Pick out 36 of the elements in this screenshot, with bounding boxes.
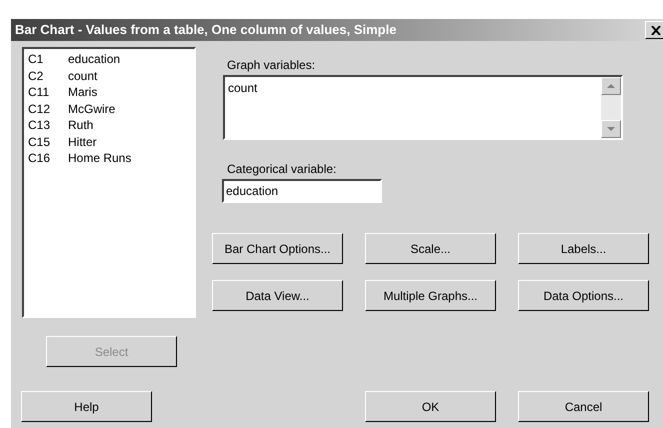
help-button[interactable]: Help bbox=[21, 391, 152, 422]
close-icon bbox=[651, 26, 661, 34]
column-name[interactable]: Maris bbox=[68, 84, 98, 100]
column-name[interactable]: Home Runs bbox=[68, 150, 132, 166]
scroll-up-button[interactable] bbox=[601, 77, 621, 95]
option-button[interactable]: Data View... bbox=[212, 280, 343, 311]
categorical-variable-field[interactable]: education bbox=[222, 179, 382, 203]
down-arrow-icon bbox=[607, 127, 615, 131]
window-title: Bar Chart - Values from a table, One column of values, Simple bbox=[15, 21, 396, 40]
column-id[interactable]: C16 bbox=[28, 150, 68, 166]
up-arrow-icon bbox=[607, 84, 615, 88]
field-value: count bbox=[227, 80, 258, 97]
column-name[interactable]: education bbox=[68, 51, 120, 68]
field-label: Graph variables: bbox=[227, 57, 316, 74]
option-button[interactable]: Scale... bbox=[365, 233, 496, 264]
column-id[interactable]: C1 bbox=[28, 51, 68, 68]
option-button[interactable]: Data Options... bbox=[518, 280, 649, 311]
ok-button[interactable]: OK bbox=[365, 391, 496, 422]
close-button[interactable] bbox=[645, 21, 663, 39]
option-button[interactable]: Multiple Graphs... bbox=[365, 280, 496, 311]
column-id[interactable]: C15 bbox=[28, 134, 68, 150]
column-id[interactable]: C12 bbox=[28, 100, 68, 117]
column-id[interactable]: C13 bbox=[28, 117, 68, 134]
column-name[interactable]: McGwire bbox=[68, 100, 116, 117]
column-name[interactable]: Ruth bbox=[68, 117, 94, 134]
cancel-button[interactable]: Cancel bbox=[518, 391, 649, 422]
column-name[interactable]: Hitter bbox=[68, 134, 97, 150]
column-id[interactable]: C11 bbox=[28, 84, 68, 100]
column-name[interactable]: count bbox=[68, 68, 98, 84]
scroll-down-button[interactable] bbox=[601, 120, 621, 138]
option-button[interactable]: Bar Chart Options... bbox=[212, 233, 343, 264]
graph-variables-field[interactable]: count bbox=[223, 75, 623, 140]
option-button[interactable]: Labels... bbox=[518, 233, 649, 264]
scrollbar[interactable] bbox=[601, 77, 621, 138]
column-id[interactable]: C2 bbox=[28, 68, 68, 84]
field-label: Categorical variable: bbox=[227, 161, 338, 178]
